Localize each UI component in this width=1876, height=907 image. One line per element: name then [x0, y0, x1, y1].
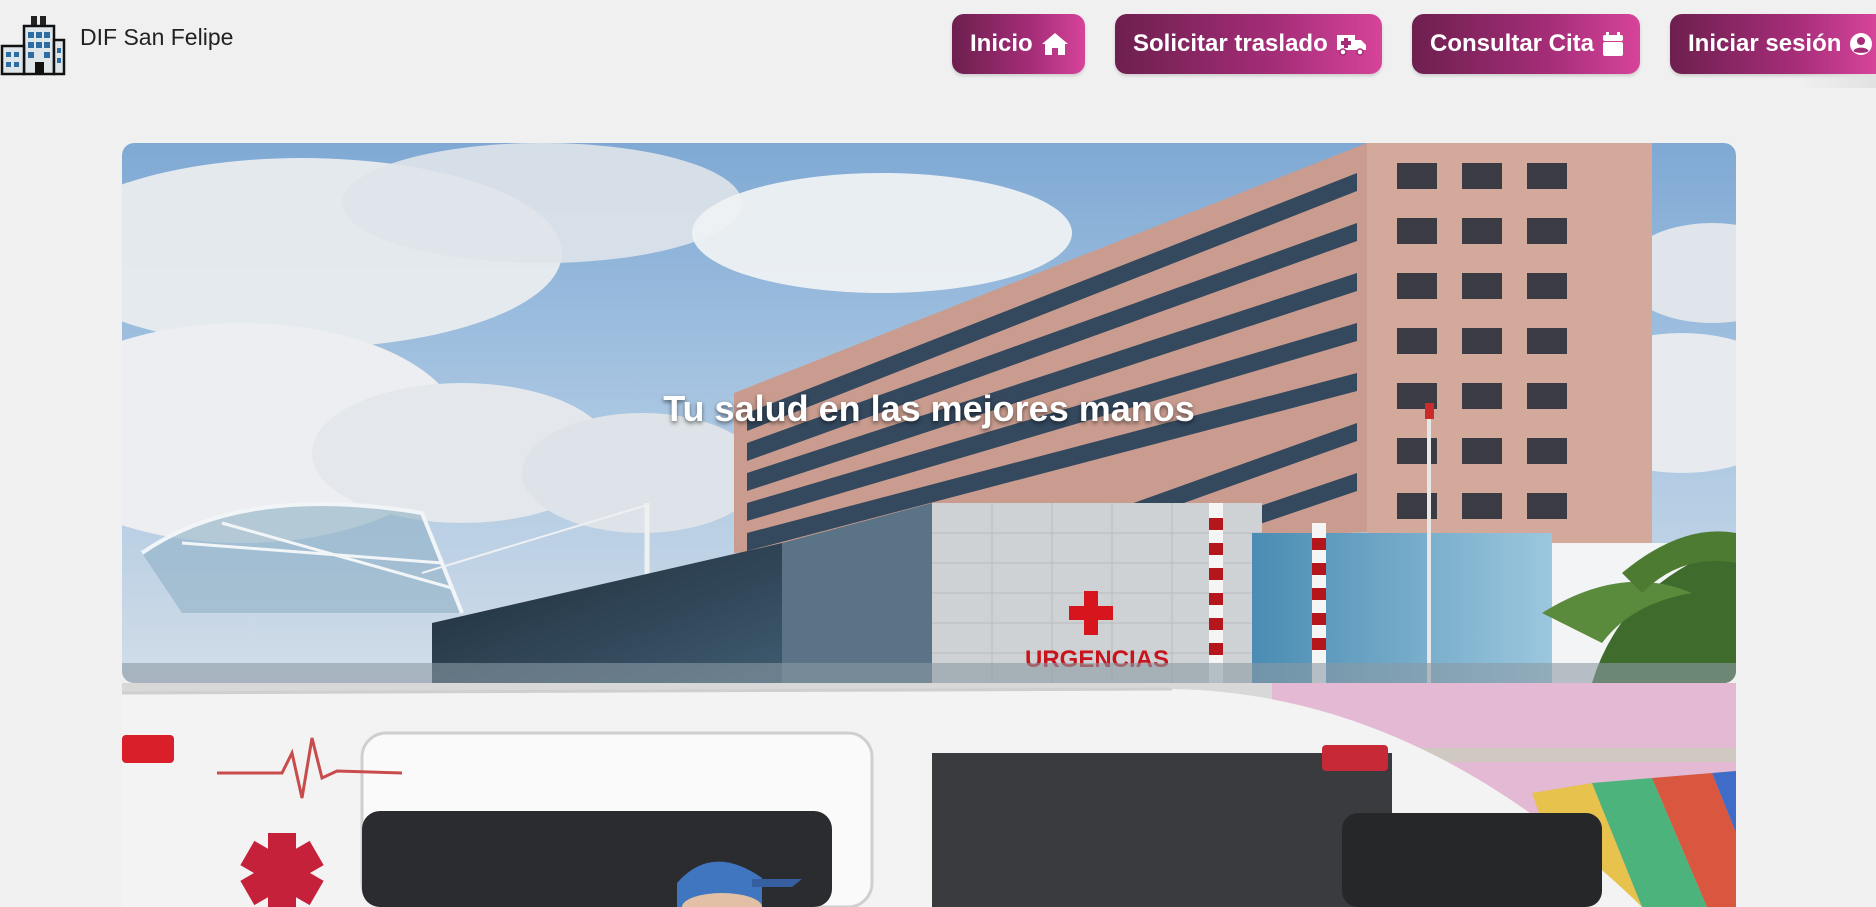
brand-name: DIF San Felipe	[80, 23, 234, 50]
nav-solicitar-traslado-label: Solicitar traslado	[1133, 30, 1328, 57]
nav-inicio-label: Inicio	[970, 30, 1033, 57]
nav-iniciar-sesion-button[interactable]: Iniciar sesión	[1670, 14, 1876, 74]
nav-inicio-button[interactable]: Inicio	[952, 14, 1085, 74]
nav-consultar-cita-label: Consultar Cita	[1430, 30, 1595, 57]
nav-consultar-cita-button[interactable]: Consultar Cita	[1412, 14, 1640, 74]
user-circle-icon	[1849, 32, 1873, 56]
nav-iniciar-sesion-label: Iniciar sesión	[1688, 30, 1842, 57]
hero-caption: Tu salud en las mejores manos	[663, 388, 1195, 429]
hero-slide-ambulance	[122, 683, 1736, 907]
hospital-building-icon	[0, 16, 66, 76]
top-navbar: DIF San Felipe Inicio Solicitar traslado…	[0, 0, 1876, 92]
hero-carousel[interactable]: URGENCIAS Tu salud en las mejores manos	[122, 143, 1736, 907]
home-icon	[1041, 32, 1069, 56]
brand[interactable]: DIF San Felipe	[0, 14, 233, 76]
nav-solicitar-traslado-button[interactable]: Solicitar traslado	[1115, 14, 1382, 74]
calendar-icon	[1602, 32, 1624, 56]
hero-slide-hospital: URGENCIAS Tu salud en las mejores manos	[122, 143, 1736, 683]
ambulance-icon	[1336, 32, 1368, 56]
ambulance-photo	[122, 683, 1736, 907]
horizontal-overflow-shadow	[1798, 74, 1876, 88]
